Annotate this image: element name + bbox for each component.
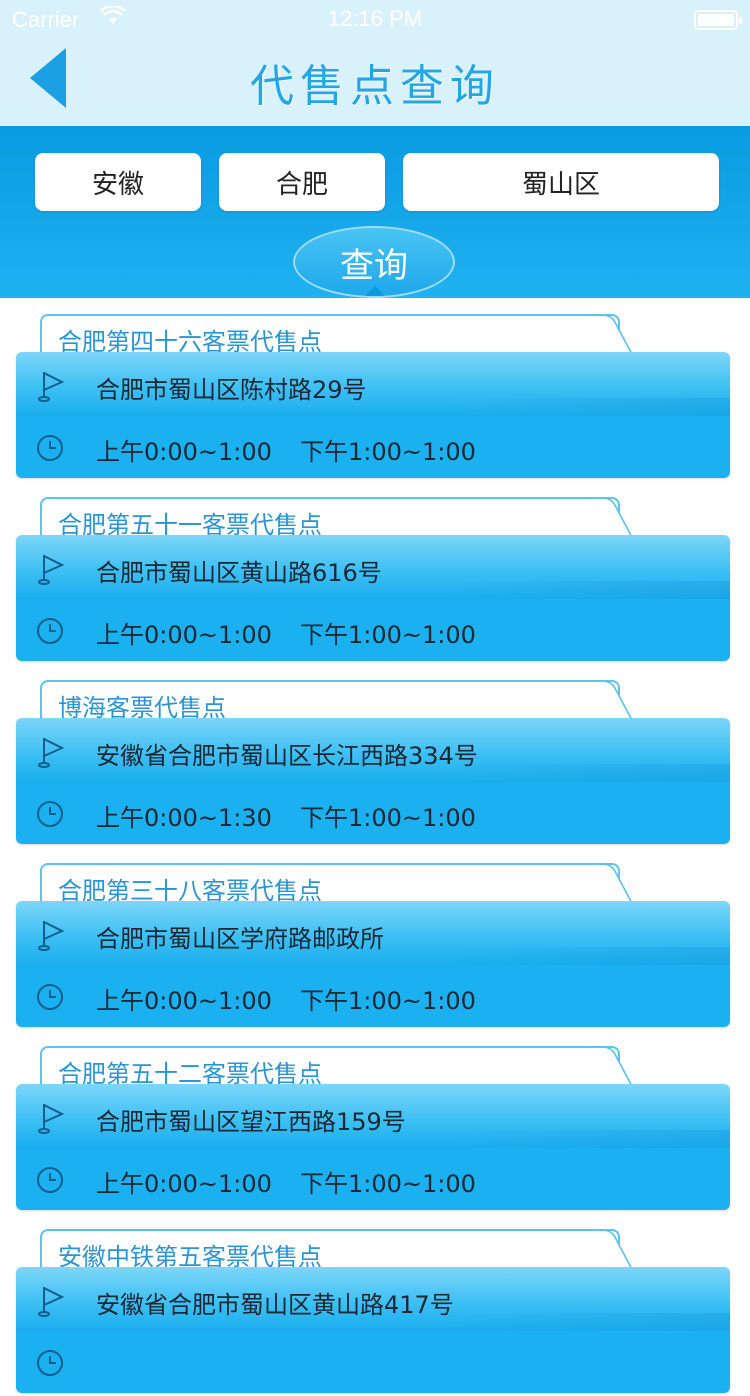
page-title: 代售点查询 <box>250 61 500 112</box>
location-name-tab: 合肥第五十一客票代售点 <box>40 497 620 539</box>
list-item[interactable]: 博海客票代售点 安徽省合肥市蜀山区长江西路334号 上午0:00~1:30 下午… <box>0 664 750 847</box>
am-hours: 上午0:00~1:00 <box>96 621 272 649</box>
pm-hours: 下午1:00~1:00 <box>300 987 476 1015</box>
province-select[interactable]: 安徽 <box>35 153 201 211</box>
location-name-tab: 安徽中铁第五客票代售点 <box>40 1229 620 1271</box>
status-bar: Carrier 12:16 PM <box>0 0 750 40</box>
pm-hours: 下午1:00~1:00 <box>300 438 476 466</box>
am-hours: 上午0:00~1:00 <box>96 438 272 466</box>
clock-icon <box>37 801 63 827</box>
list-item[interactable]: 合肥第五十一客票代售点 合肥市蜀山区黄山路616号 上午0:00~1:00 下午… <box>0 481 750 664</box>
location-card[interactable]: 合肥市蜀山区黄山路616号 上午0:00~1:00 下午1:00~1:00 <box>16 535 730 661</box>
location-name-tab: 合肥第四十六客票代售点 <box>40 314 620 356</box>
list-item[interactable]: 合肥第四十六客票代售点 合肥市蜀山区陈村路29号 上午0:00~1:00 下午1… <box>0 298 750 481</box>
nav-bar: Carrier 12:16 PM 代售点查询 <box>0 0 750 126</box>
query-button[interactable]: 查询 <box>293 226 455 298</box>
pm-hours: 下午1:00~1:00 <box>300 1170 476 1198</box>
query-button-label: 查询 <box>340 245 408 286</box>
flag-icon <box>38 921 65 951</box>
location-name-tab: 合肥第五十二客票代售点 <box>40 1046 620 1088</box>
location-address: 合肥市蜀山区陈村路29号 <box>96 376 367 404</box>
clock-icon <box>37 1167 63 1193</box>
flag-icon <box>38 372 65 402</box>
location-card[interactable]: 安徽省合肥市蜀山区黄山路417号 <box>16 1267 730 1393</box>
clock-icon <box>37 984 63 1010</box>
clock-icon <box>37 1350 63 1376</box>
list-item[interactable]: 合肥第五十二客票代售点 合肥市蜀山区望江西路159号 上午0:00~1:00 下… <box>0 1030 750 1213</box>
location-address: 安徽省合肥市蜀山区黄山路417号 <box>96 1291 454 1319</box>
district-select[interactable]: 蜀山区 <box>403 153 719 211</box>
location-address: 合肥市蜀山区望江西路159号 <box>96 1108 406 1136</box>
list-item[interactable]: 合肥第三十八客票代售点 合肥市蜀山区学府路邮政所 上午0:00~1:00 下午1… <box>0 847 750 1030</box>
pm-hours: 下午1:00~1:00 <box>300 804 476 832</box>
location-address: 安徽省合肥市蜀山区长江西路334号 <box>96 742 478 770</box>
clock-icon <box>37 435 63 461</box>
location-card[interactable]: 合肥市蜀山区陈村路29号 上午0:00~1:00 下午1:00~1:00 <box>16 352 730 478</box>
location-card[interactable]: 安徽省合肥市蜀山区长江西路334号 上午0:00~1:30 下午1:00~1:0… <box>16 718 730 844</box>
location-name-tab: 博海客票代售点 <box>40 680 620 722</box>
city-select[interactable]: 合肥 <box>219 153 385 211</box>
list-item[interactable]: 安徽中铁第五客票代售点 安徽省合肥市蜀山区黄山路417号 <box>0 1213 750 1396</box>
clock-time: 12:16 PM <box>327 6 423 31</box>
am-hours: 上午0:00~1:30 <box>96 804 272 832</box>
location-name-tab: 合肥第三十八客票代售点 <box>40 863 620 905</box>
am-hours: 上午0:00~1:00 <box>96 1170 272 1198</box>
am-hours: 上午0:00~1:00 <box>96 987 272 1015</box>
flag-icon <box>38 1104 65 1134</box>
flag-icon <box>38 555 65 585</box>
flag-icon <box>38 1287 65 1317</box>
location-address: 合肥市蜀山区黄山路616号 <box>96 559 382 587</box>
location-card[interactable]: 合肥市蜀山区望江西路159号 上午0:00~1:00 下午1:00~1:00 <box>16 1084 730 1210</box>
flag-icon <box>38 738 65 768</box>
clock-icon <box>37 618 63 644</box>
pm-hours: 下午1:00~1:00 <box>300 621 476 649</box>
battery-icon <box>694 10 742 30</box>
location-address: 合肥市蜀山区学府路邮政所 <box>96 925 384 953</box>
location-card[interactable]: 合肥市蜀山区学府路邮政所 上午0:00~1:00 下午1:00~1:00 <box>16 901 730 1027</box>
